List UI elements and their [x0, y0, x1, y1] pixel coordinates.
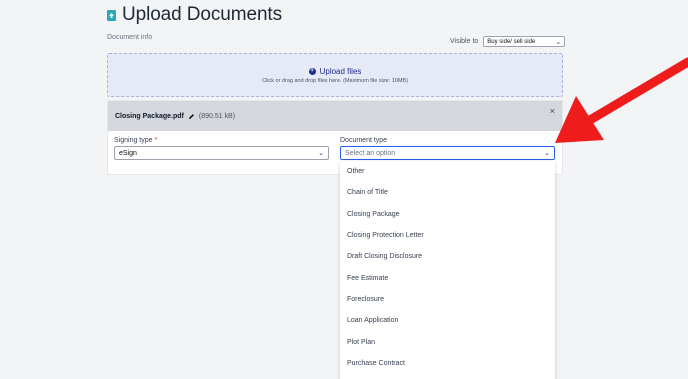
visible-to-group: Visible to Buy side/ sell side ⌄ — [450, 36, 566, 47]
document-type-label: Document type — [340, 137, 388, 144]
option-fee-estimate[interactable]: Fee Estimate — [340, 267, 555, 288]
chevron-down-icon: ⌄ — [544, 150, 550, 157]
chevron-down-icon: ⌄ — [318, 150, 324, 157]
option-draft-closing-disclosure[interactable]: Draft Closing Disclosure — [340, 246, 555, 267]
visible-to-select[interactable]: Buy side/ sell side ⌄ — [483, 36, 566, 47]
upload-hint: Click or drag and drop files here. (Maxi… — [262, 78, 408, 84]
required-mark: * — [154, 137, 158, 144]
pencil-icon[interactable] — [188, 113, 195, 120]
option-closing-package[interactable]: Closing Package — [340, 204, 555, 225]
option-chain-of-title[interactable]: Chain of Title — [340, 182, 555, 203]
signing-type-value: eSign — [119, 149, 137, 157]
signing-type-select[interactable]: eSign ⌄ — [114, 146, 329, 160]
document-type-select[interactable]: Select an option ⌄ — [340, 146, 555, 160]
option-plot-plan[interactable]: Plot Plan — [340, 331, 555, 352]
signing-type-label: Signing type * — [114, 137, 157, 144]
upload-files-label: Upload files — [319, 67, 362, 76]
plus-circle-icon: + — [308, 68, 316, 75]
visible-to-value: Buy side/ sell side — [487, 38, 536, 45]
option-closing-protection-letter[interactable]: Closing Protection Letter — [340, 225, 555, 246]
close-icon[interactable]: × — [550, 107, 555, 116]
visible-to-label: Visible to — [450, 38, 479, 45]
option-other[interactable]: Other — [340, 161, 555, 182]
upload-document-icon — [107, 9, 116, 21]
file-drop-zone[interactable]: + Upload files Click or drag and drop fi… — [107, 53, 563, 97]
document-type-placeholder: Select an option — [345, 149, 396, 157]
document-type-options: Other Chain of Title Closing Package Clo… — [340, 161, 555, 379]
page-title: Upload Documents — [122, 4, 282, 25]
option-loan-application[interactable]: Loan Application — [340, 310, 555, 331]
signing-type-label-text: Signing type — [114, 137, 153, 144]
file-name: Closing Package.pdf — [115, 112, 184, 120]
option-purchase-contract[interactable]: Purchase Contract — [340, 353, 555, 374]
document-info-label: Document info — [107, 34, 153, 41]
chevron-down-icon: ⌄ — [555, 38, 562, 46]
option-foreclosure[interactable]: Foreclosure — [340, 289, 555, 310]
file-size: (890.51 kB) — [198, 112, 236, 120]
file-header: Closing Package.pdf (890.51 kB) × — [108, 101, 562, 131]
page-header: Upload Documents — [107, 4, 282, 26]
